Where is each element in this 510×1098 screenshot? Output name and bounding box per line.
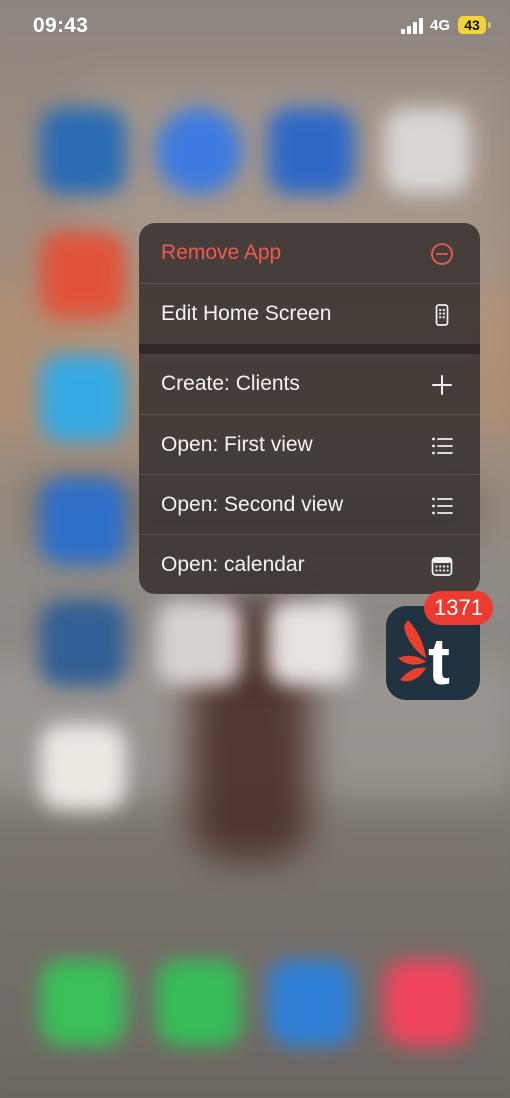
battery-icon: 43: [458, 16, 486, 34]
app-context-menu: Remove App Edit Home Screen Create: Clie…: [139, 223, 480, 594]
notification-badge: 1371: [424, 591, 493, 625]
menu-item-label: Create: Clients: [161, 372, 300, 395]
menu-item-open-calendar[interactable]: Open: calendar: [139, 535, 480, 594]
status-bar: 09:43 4G 43: [0, 0, 510, 52]
calendar-icon: [431, 557, 453, 576]
network-type: 4G: [430, 17, 451, 34]
app-glyph: t: [428, 624, 450, 698]
menu-item-label: Remove App: [161, 241, 282, 264]
list-icon: [432, 437, 453, 455]
menu-item-label: Edit Home Screen: [161, 302, 332, 325]
plus-icon: [432, 375, 452, 395]
menu-item-open-first-view[interactable]: Open: First view: [139, 415, 480, 475]
list-icon: [432, 497, 453, 515]
phone-icon: [435, 304, 449, 326]
status-time: 09:43: [33, 14, 89, 37]
menu-item-label: Open: calendar: [161, 553, 305, 576]
menu-group-separator: [139, 344, 480, 354]
menu-item-open-second-view[interactable]: Open: Second view: [139, 475, 480, 535]
cellular-signal-icon: [401, 17, 425, 34]
menu-item-create-clients[interactable]: Create: Clients: [139, 354, 480, 414]
menu-item-edit-home-screen[interactable]: Edit Home Screen: [139, 284, 480, 344]
minus-circle-icon: [431, 243, 453, 265]
battery-nub: [488, 22, 491, 28]
battery-level: 43: [464, 17, 480, 33]
menu-item-remove-app[interactable]: Remove App: [139, 223, 480, 283]
menu-item-label: Open: Second view: [161, 493, 344, 516]
menu-item-label: Open: First view: [161, 433, 313, 456]
